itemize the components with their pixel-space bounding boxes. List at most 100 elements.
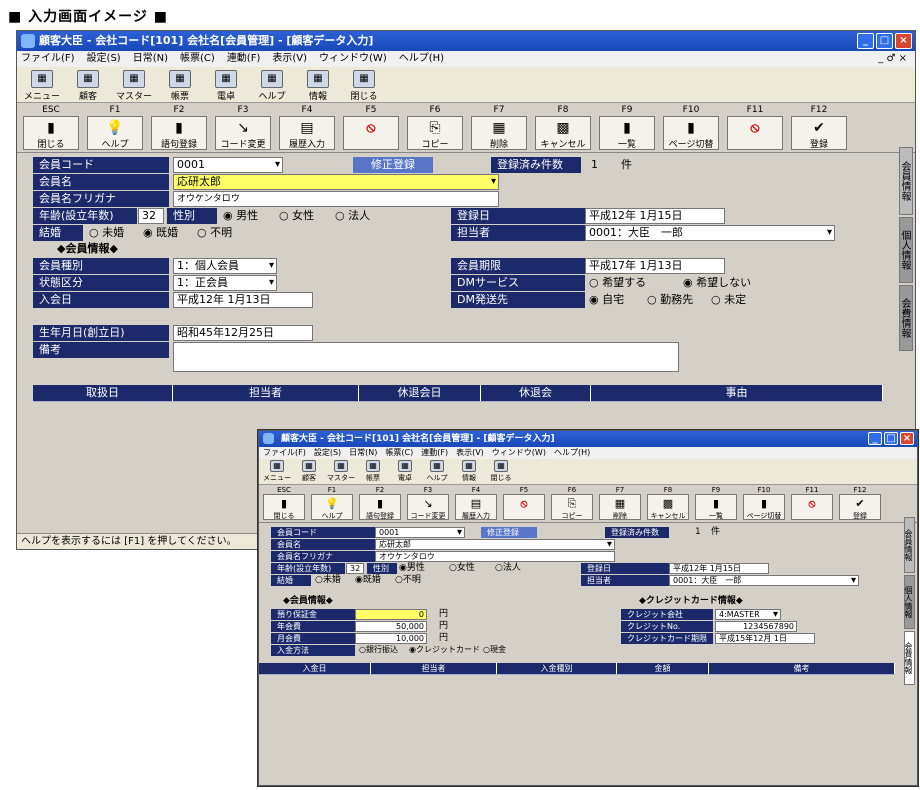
maximize-button[interactable]: □ — [884, 432, 898, 445]
fkey-button[interactable]: ↘ コード変更 — [407, 494, 449, 520]
pay-radio-cash[interactable]: ○現金 — [483, 642, 506, 658]
maximize-button[interactable]: □ — [876, 33, 893, 49]
toolbar-button[interactable]: ▦ 情報 — [299, 70, 337, 102]
toolbar-button[interactable]: ▦ 帳票 — [359, 460, 387, 483]
menu-item[interactable]: 帳票(C) — [385, 447, 413, 459]
fkey-f3[interactable]: F3 ↘ コード変更 — [215, 105, 271, 150]
fkey-f5[interactable]: F5 ⦸ — [503, 486, 545, 521]
marriage-radio-married[interactable]: ◉既婚 — [355, 572, 381, 588]
close-button[interactable]: × — [900, 432, 914, 445]
menu-item[interactable]: ヘルプ(H) — [554, 447, 590, 459]
marriage-radio-single[interactable]: ○未婚 — [315, 572, 341, 588]
fkey-button[interactable]: ▮ 語句登録 — [151, 116, 207, 150]
fkey-f11[interactable]: F11 ⦸ — [791, 486, 833, 521]
age-field[interactable]: 32 — [138, 208, 164, 224]
member-code-field[interactable]: 0001 — [375, 527, 465, 538]
dm-radio-yes[interactable]: ○ 希望する — [589, 275, 646, 291]
member-name-field[interactable]: 応研太郎 — [173, 174, 499, 190]
fkey-button[interactable]: ⦸ — [791, 494, 833, 520]
fkey-button[interactable]: ⎘ コピー — [407, 116, 463, 150]
dm-radio-no[interactable]: ◉ 希望しない — [683, 275, 751, 291]
fkey-button[interactable]: ▮ 一覧 — [695, 494, 737, 520]
sex-radio-corp[interactable]: ○ 法人 — [335, 208, 370, 224]
join-field[interactable]: 平成12年 1月13日 — [173, 292, 313, 308]
member-code-field[interactable]: 0001 — [173, 157, 283, 173]
tab-fee-info[interactable]: 会費情報 — [904, 631, 915, 685]
fkey-f1[interactable]: F1 💡 ヘルプ — [311, 486, 353, 521]
menu-item[interactable]: 表示(V) — [272, 51, 307, 67]
table-row[interactable] — [33, 401, 883, 402]
toolbar-button[interactable]: ▦ 閉じる — [487, 460, 515, 483]
toolbar-button[interactable]: ▦ 顧客 — [69, 70, 107, 102]
reg-date-field[interactable]: 平成12年 1月15日 — [585, 208, 725, 224]
pay-radio-bank[interactable]: ○銀行振込 — [359, 642, 398, 658]
status-field[interactable]: 1：正会員 — [173, 275, 277, 291]
toolbar-button[interactable]: ▦ メニュー — [23, 70, 61, 102]
marriage-radio-unknown[interactable]: ○不明 — [395, 572, 421, 588]
fkey-button[interactable]: 💡 ヘルプ — [311, 494, 353, 520]
edit-register-button[interactable]: 修正登録 — [481, 527, 537, 538]
minimize-button[interactable]: _ — [868, 432, 882, 445]
fkey-f4[interactable]: F4 ▤ 履歴入力 — [455, 486, 497, 521]
menu-item[interactable]: 連動(F) — [227, 51, 261, 67]
fkey-button[interactable]: ✔ 登録 — [791, 116, 847, 150]
fkey-button[interactable]: ⦸ — [503, 494, 545, 520]
pay-radio-card[interactable]: ◉クレジットカード — [409, 642, 480, 658]
fkey-button[interactable]: ⦸ — [727, 116, 783, 150]
menu-item[interactable]: ファイル(F) — [21, 51, 75, 67]
fkey-button[interactable]: ▮ 閉じる — [23, 116, 79, 150]
menu-item[interactable]: 連動(F) — [421, 447, 448, 459]
fkey-esc[interactable]: ESC ▮ 閉じる — [263, 486, 305, 521]
tab-personal-info[interactable]: 個人情報 — [904, 575, 915, 629]
reg-date-field[interactable]: 平成12年 1月15日 — [669, 563, 769, 574]
fkey-button[interactable]: 💡 ヘルプ — [87, 116, 143, 150]
tab-member-info[interactable]: 会員情報 — [904, 517, 915, 573]
fkey-f7[interactable]: F7 ▦ 削除 — [599, 486, 641, 521]
fkey-button[interactable]: ▦ 削除 — [599, 494, 641, 520]
menu-item[interactable]: 設定(S) — [87, 51, 121, 67]
dmto-radio-undecided[interactable]: ○ 未定 — [711, 292, 746, 308]
fkey-button[interactable]: ⎘ コピー — [551, 494, 593, 520]
dmto-radio-work[interactable]: ○ 勤務先 — [647, 292, 693, 308]
menu-item[interactable]: 日常(N) — [349, 447, 377, 459]
deposit-field[interactable]: 0 — [355, 609, 427, 620]
birth-field[interactable]: 昭和45年12月25日 — [173, 325, 313, 341]
fkey-button[interactable]: ▮ ページ切替 — [743, 494, 785, 520]
fkey-f12[interactable]: F12 ✔ 登録 — [791, 105, 847, 150]
kana-field[interactable]: オウケンタロウ — [173, 191, 499, 207]
fkey-f3[interactable]: F3 ↘ コード変更 — [407, 486, 449, 521]
fkey-f4[interactable]: F4 ▤ 履歴入力 — [279, 105, 335, 150]
fkey-button[interactable]: ✔ 登録 — [839, 494, 881, 520]
close-button[interactable]: × — [895, 33, 912, 49]
fkey-f10[interactable]: F10 ▮ ページ切替 — [743, 486, 785, 521]
toolbar-button[interactable]: ▦ マスター — [327, 460, 355, 483]
term-field[interactable]: 平成17年 1月13日 — [585, 258, 725, 274]
toolbar-button[interactable]: ▦ 情報 — [455, 460, 483, 483]
fkey-button[interactable]: ▦ 削除 — [471, 116, 527, 150]
memo-field[interactable] — [173, 342, 679, 372]
menu-item[interactable]: ウィンドウ(W) — [492, 447, 546, 459]
edit-register-button[interactable]: 修正登録 — [353, 157, 433, 173]
menu-item[interactable]: 表示(V) — [456, 447, 484, 459]
menu-window-controls[interactable]: _ ♂ × — [878, 51, 907, 67]
fkey-f6[interactable]: F6 ⎘ コピー — [551, 486, 593, 521]
staff-field[interactable]: 0001：大臣 一郎 — [669, 575, 859, 586]
fkey-f9[interactable]: F9 ▮ 一覧 — [695, 486, 737, 521]
staff-field[interactable]: 0001：大臣 一郎 — [585, 225, 835, 241]
fkey-button[interactable]: ▮ 語句登録 — [359, 494, 401, 520]
annual-fee-field[interactable]: 50,000 — [355, 621, 427, 632]
tab-fee-info[interactable]: 会費情報 — [899, 285, 913, 351]
sex-radio-female[interactable]: ○女性 — [449, 560, 475, 576]
table-row[interactable]: 平成15年 8月 1日0001:大臣 一郎14:下半期会費60,000 — [259, 674, 895, 675]
toolbar-button[interactable]: ▦ ヘルプ — [253, 70, 291, 102]
card-expiry-field[interactable]: 平成15年12月 1日 — [715, 633, 815, 644]
menu-item[interactable]: 帳票(C) — [180, 51, 215, 67]
fkey-button[interactable]: ▮ 閉じる — [263, 494, 305, 520]
marriage-radio-married[interactable]: ◉ 既婚 — [143, 225, 178, 241]
fkey-button[interactable]: ↘ コード変更 — [215, 116, 271, 150]
card-number-field[interactable]: 1234567890 — [715, 621, 797, 632]
fkey-f11[interactable]: F11 ⦸ — [727, 105, 783, 150]
fkey-f8[interactable]: F8 ▩ キャンセル — [535, 105, 591, 150]
toolbar-button[interactable]: ▦ 閉じる — [345, 70, 383, 102]
dmto-radio-home[interactable]: ◉ 自宅 — [589, 292, 624, 308]
